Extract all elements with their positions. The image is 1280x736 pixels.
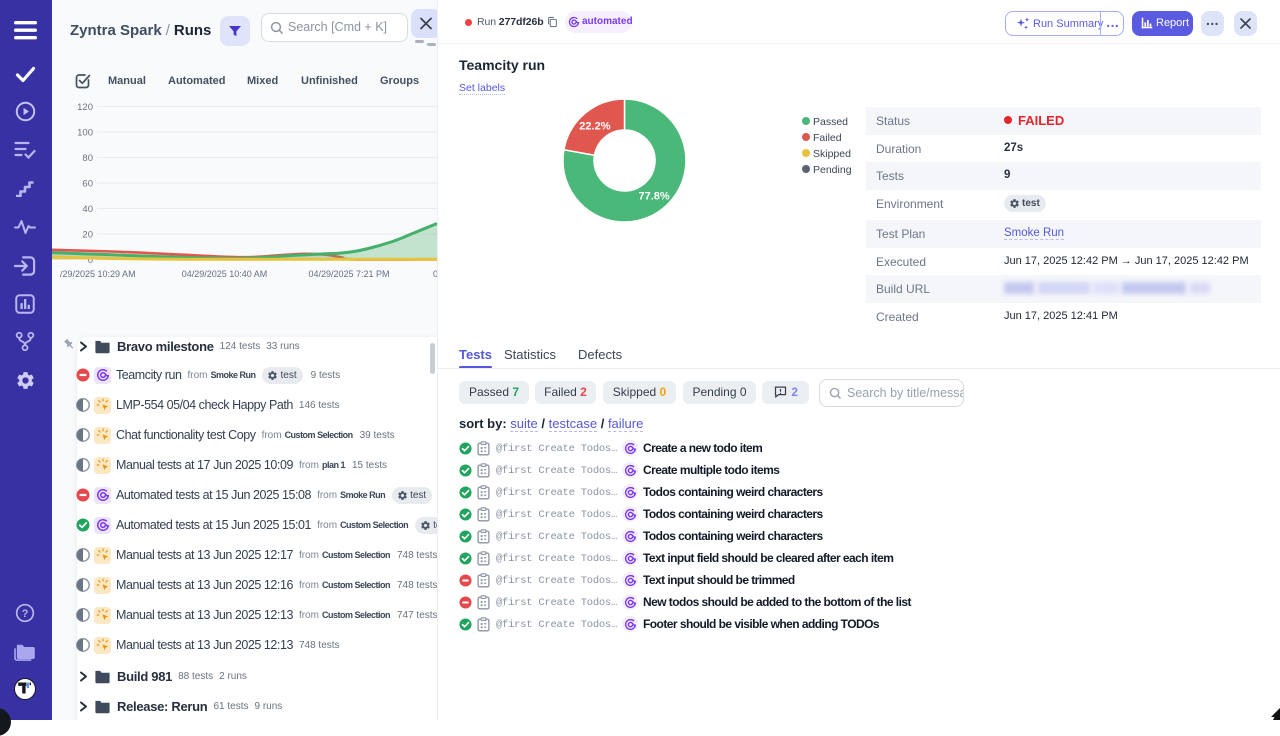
svg-text:?: ? [22, 608, 29, 620]
svg-text:/29/2025 10:29 AM: /29/2025 10:29 AM [60, 269, 136, 279]
svg-text:04/29/2025 7:21 PM: 04/29/2025 7:21 PM [308, 269, 389, 279]
svg-text:100: 100 [77, 128, 93, 139]
svg-text:04/29/2025 10:40 AM: 04/29/2025 10:40 AM [182, 269, 268, 279]
svg-text:120: 120 [77, 102, 93, 113]
svg-text:77.8%: 77.8% [638, 191, 669, 203]
svg-text:20: 20 [82, 230, 93, 241]
svg-text:22.2%: 22.2% [579, 120, 610, 132]
svg-text:40: 40 [82, 204, 93, 215]
svg-text:80: 80 [82, 153, 93, 164]
svg-text:60: 60 [82, 179, 93, 190]
